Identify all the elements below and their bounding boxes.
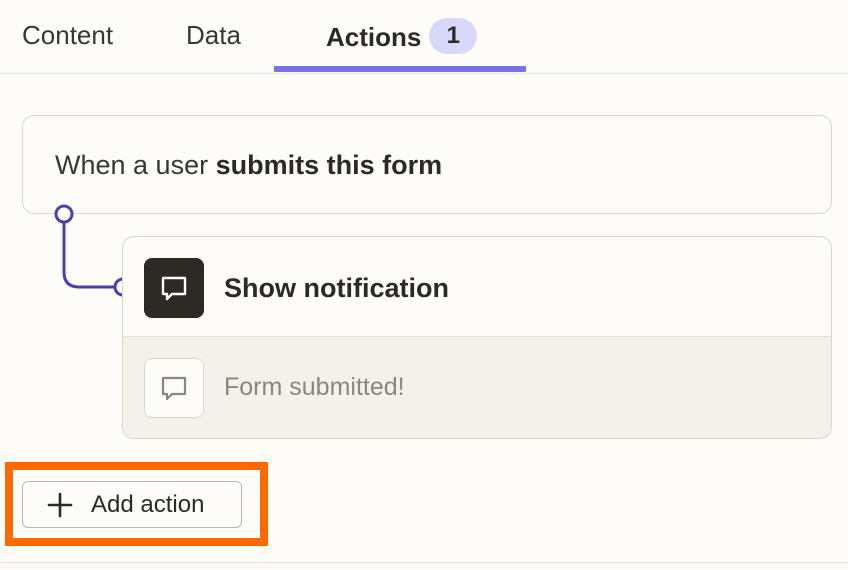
bottom-divider: [0, 562, 848, 563]
active-tab-indicator: [274, 66, 526, 72]
add-action-label: Add action: [91, 490, 205, 518]
chat-bubble-icon: [144, 258, 204, 318]
tab-actions-label: Actions: [326, 21, 422, 52]
tab-content[interactable]: Content: [22, 20, 113, 51]
trigger-prefix: When a user: [55, 150, 209, 180]
notification-message: Form submitted!: [224, 373, 405, 401]
tab-data[interactable]: Data: [186, 20, 241, 51]
actions-count-badge: 1: [429, 18, 478, 54]
trigger-text: When a user submits this form: [55, 150, 442, 181]
action-header[interactable]: Show notification: [123, 237, 831, 337]
notification-message-row[interactable]: Form submitted!: [123, 337, 831, 438]
add-action-button[interactable]: Add action: [22, 481, 242, 528]
action-card[interactable]: Show notification Form submitted!: [122, 236, 832, 439]
action-title: Show notification: [224, 273, 449, 303]
trigger-event: submits this form: [215, 150, 443, 180]
tab-bar: Content Data Actions 1: [0, 0, 848, 74]
plus-icon: [47, 492, 73, 517]
chat-bubble-outline-icon: [144, 358, 204, 418]
tab-actions[interactable]: Actions 1: [326, 18, 478, 54]
trigger-card[interactable]: When a user submits this form: [22, 115, 832, 214]
